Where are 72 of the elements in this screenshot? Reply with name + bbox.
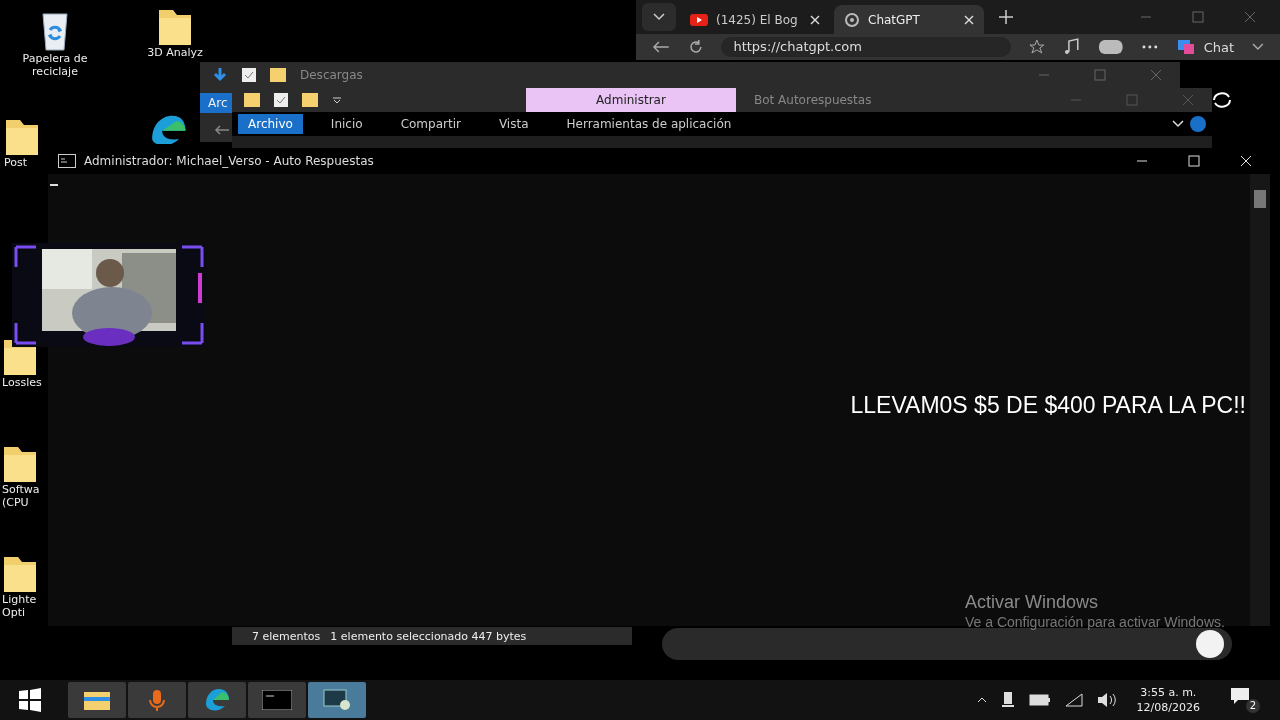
terminal-icon [58, 154, 76, 168]
ribbon-tab[interactable]: Archivo [238, 114, 303, 134]
folder-icon[interactable] [2, 445, 38, 483]
status-text: 1 elemento seleccionado 447 bytes [330, 629, 527, 643]
scroll-bar[interactable] [1250, 174, 1270, 626]
notification-icon [1230, 687, 1252, 705]
address-bar[interactable]: https://chatgpt.com [721, 37, 1012, 57]
send-button[interactable] [1196, 630, 1224, 658]
download-arrow-icon [212, 67, 228, 83]
window-icon [323, 689, 351, 711]
chat-button[interactable]: Chat [1175, 38, 1235, 56]
activation-notice-text: Ve a Configuración para activar Windows. [965, 613, 1226, 631]
folder-icon [83, 689, 111, 711]
reload-icon[interactable] [687, 39, 704, 55]
refresh-icon[interactable] [1210, 90, 1234, 110]
new-tab-icon[interactable] [998, 9, 1014, 25]
wifi-icon[interactable] [1064, 693, 1083, 707]
text-cursor [50, 184, 58, 186]
edge-browser-icon [204, 688, 230, 712]
browser-tab[interactable]: (1425) El Bog [680, 5, 830, 35]
desktop-icon-label[interactable]: reciclaje [32, 65, 78, 78]
dropdown-icon[interactable] [332, 95, 342, 105]
clock[interactable]: 3:55 a. m. 12/08/2026 [1136, 685, 1200, 715]
window-title: Bot Autorespuestas [754, 93, 872, 107]
ribbon-tab[interactable]: Herramientas de aplicación [556, 114, 742, 134]
window-title: Descargas [300, 68, 363, 82]
chevron-down-icon [653, 13, 665, 21]
help-icon[interactable] [1190, 116, 1206, 132]
close-tab-icon[interactable] [964, 15, 974, 25]
console-output: LLEVAM0S $5 DE $400 PARA LA PC!! [850, 392, 1247, 419]
desktop-icon-label[interactable]: Lighte [2, 593, 37, 606]
window-title: Administrador: Michael_Verso - Auto Respuestas [84, 154, 374, 168]
windows-start-icon[interactable] [18, 688, 42, 712]
back-arrow-icon[interactable] [652, 40, 670, 54]
taskbar-app-button[interactable] [68, 682, 126, 718]
activation-notice-title: Activar Windows [965, 592, 1100, 613]
desktop-icon-label[interactable]: 3D Analyz [147, 46, 203, 59]
folder-icon[interactable] [157, 8, 193, 46]
taskbar-app-button[interactable] [188, 682, 246, 718]
taskbar-app-button[interactable] [308, 682, 366, 718]
checklist-icon[interactable] [274, 93, 288, 107]
desktop-icon-label[interactable]: Softwa [2, 483, 40, 496]
video-play-icon [690, 14, 708, 26]
browser-tab[interactable]: ChatGPT [834, 5, 984, 35]
caret-up-icon[interactable] [976, 697, 987, 703]
desktop-icon-label[interactable]: Post [4, 156, 27, 169]
folder-icon[interactable] [4, 118, 40, 156]
ribbon-tab[interactable]: Inicio [320, 114, 373, 134]
folder-icon[interactable] [2, 555, 38, 593]
usb-drive-icon[interactable] [1000, 691, 1015, 709]
terminal-icon [262, 690, 292, 710]
message-input-field[interactable] [662, 628, 1232, 660]
checklist-icon[interactable] [242, 68, 256, 82]
music-note-icon[interactable] [1062, 38, 1081, 56]
notification-center-button[interactable]: 2 [1230, 687, 1260, 713]
status-text: 7 elementos [252, 629, 321, 643]
context-tab[interactable]: Administrar [526, 88, 736, 112]
speaker-icon[interactable] [1096, 692, 1117, 708]
desktop-icon-label[interactable]: Opti [2, 606, 25, 619]
star-icon[interactable] [1029, 39, 1045, 55]
microphone-icon [147, 688, 167, 712]
desktop-icon-label[interactable]: (CPU [2, 496, 29, 509]
desktop-icon-label[interactable]: Papelera de [22, 52, 88, 65]
copilot-icon [1175, 38, 1196, 56]
desktop-icon-label[interactable]: Lossles [2, 376, 42, 389]
battery-icon[interactable] [1028, 694, 1051, 706]
back-arrow-icon[interactable] [214, 124, 230, 136]
ribbon-tab[interactable]: Compartir [390, 114, 471, 134]
ribbon-tab[interactable]: Vista [488, 114, 539, 134]
close-tab-icon[interactable] [810, 15, 820, 25]
more-options-icon[interactable] [1142, 45, 1158, 49]
tab-list-button[interactable] [642, 3, 676, 31]
